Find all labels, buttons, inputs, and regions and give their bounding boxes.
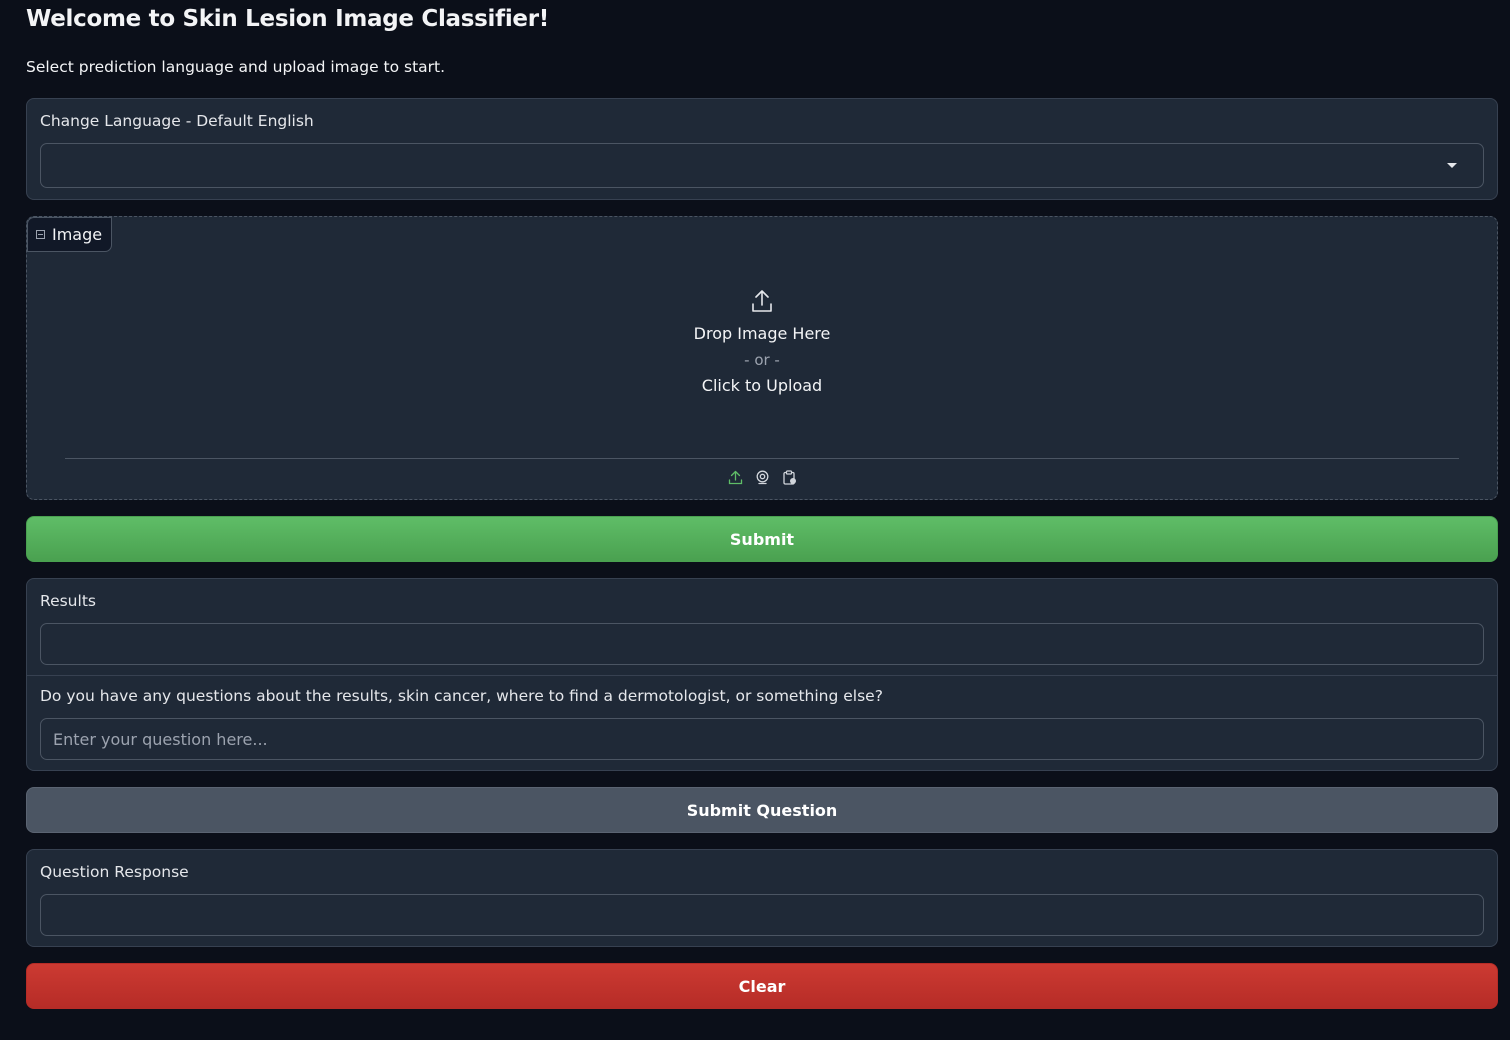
drop-image-text: Drop Image Here [693, 324, 831, 343]
language-label: Change Language - Default English [40, 112, 314, 130]
upload-prompt[interactable]: Drop Image Here - or - Click to Upload [27, 289, 1497, 399]
question-placeholder: Enter your question here... [53, 730, 268, 749]
app-page: Welcome to Skin Lesion Image Classifier!… [0, 0, 1510, 1040]
or-text: - or - [744, 351, 780, 369]
click-to-upload-text[interactable]: Click to Upload [27, 373, 1497, 399]
language-dropdown[interactable] [40, 143, 1484, 188]
question-input[interactable]: Enter your question here... [40, 718, 1484, 760]
page-subtitle: Select prediction language and upload im… [26, 58, 446, 76]
clear-button[interactable]: Clear [26, 963, 1498, 1009]
results-question-block: Results Do you have any questions about … [26, 578, 1498, 771]
image-tag-label: Image [52, 225, 103, 244]
results-label: Results [40, 592, 96, 610]
section-divider [27, 675, 1497, 676]
submit-question-button[interactable]: Submit Question [26, 787, 1498, 833]
upload-divider [65, 458, 1459, 459]
image-upload-dropzone[interactable]: Image Drop Image Here - or - Click to Up… [26, 216, 1498, 500]
response-output [40, 894, 1484, 936]
results-output [40, 623, 1484, 665]
page-title: Welcome to Skin Lesion Image Classifier! [26, 6, 549, 32]
response-block: Question Response [26, 849, 1498, 947]
response-label: Question Response [40, 863, 189, 881]
image-tag: Image [27, 217, 112, 252]
question-label: Do you have any questions about the resu… [40, 687, 883, 705]
language-block: Change Language - Default English [26, 98, 1498, 200]
submit-button[interactable]: Submit [26, 516, 1498, 562]
upload-source-icon[interactable] [727, 469, 744, 486]
source-selector [27, 469, 1497, 486]
upload-arrow-icon [752, 290, 772, 312]
clipboard-icon[interactable] [781, 469, 798, 486]
webcam-icon[interactable] [754, 469, 771, 486]
chevron-down-icon [1447, 163, 1457, 168]
image-icon [36, 230, 45, 239]
